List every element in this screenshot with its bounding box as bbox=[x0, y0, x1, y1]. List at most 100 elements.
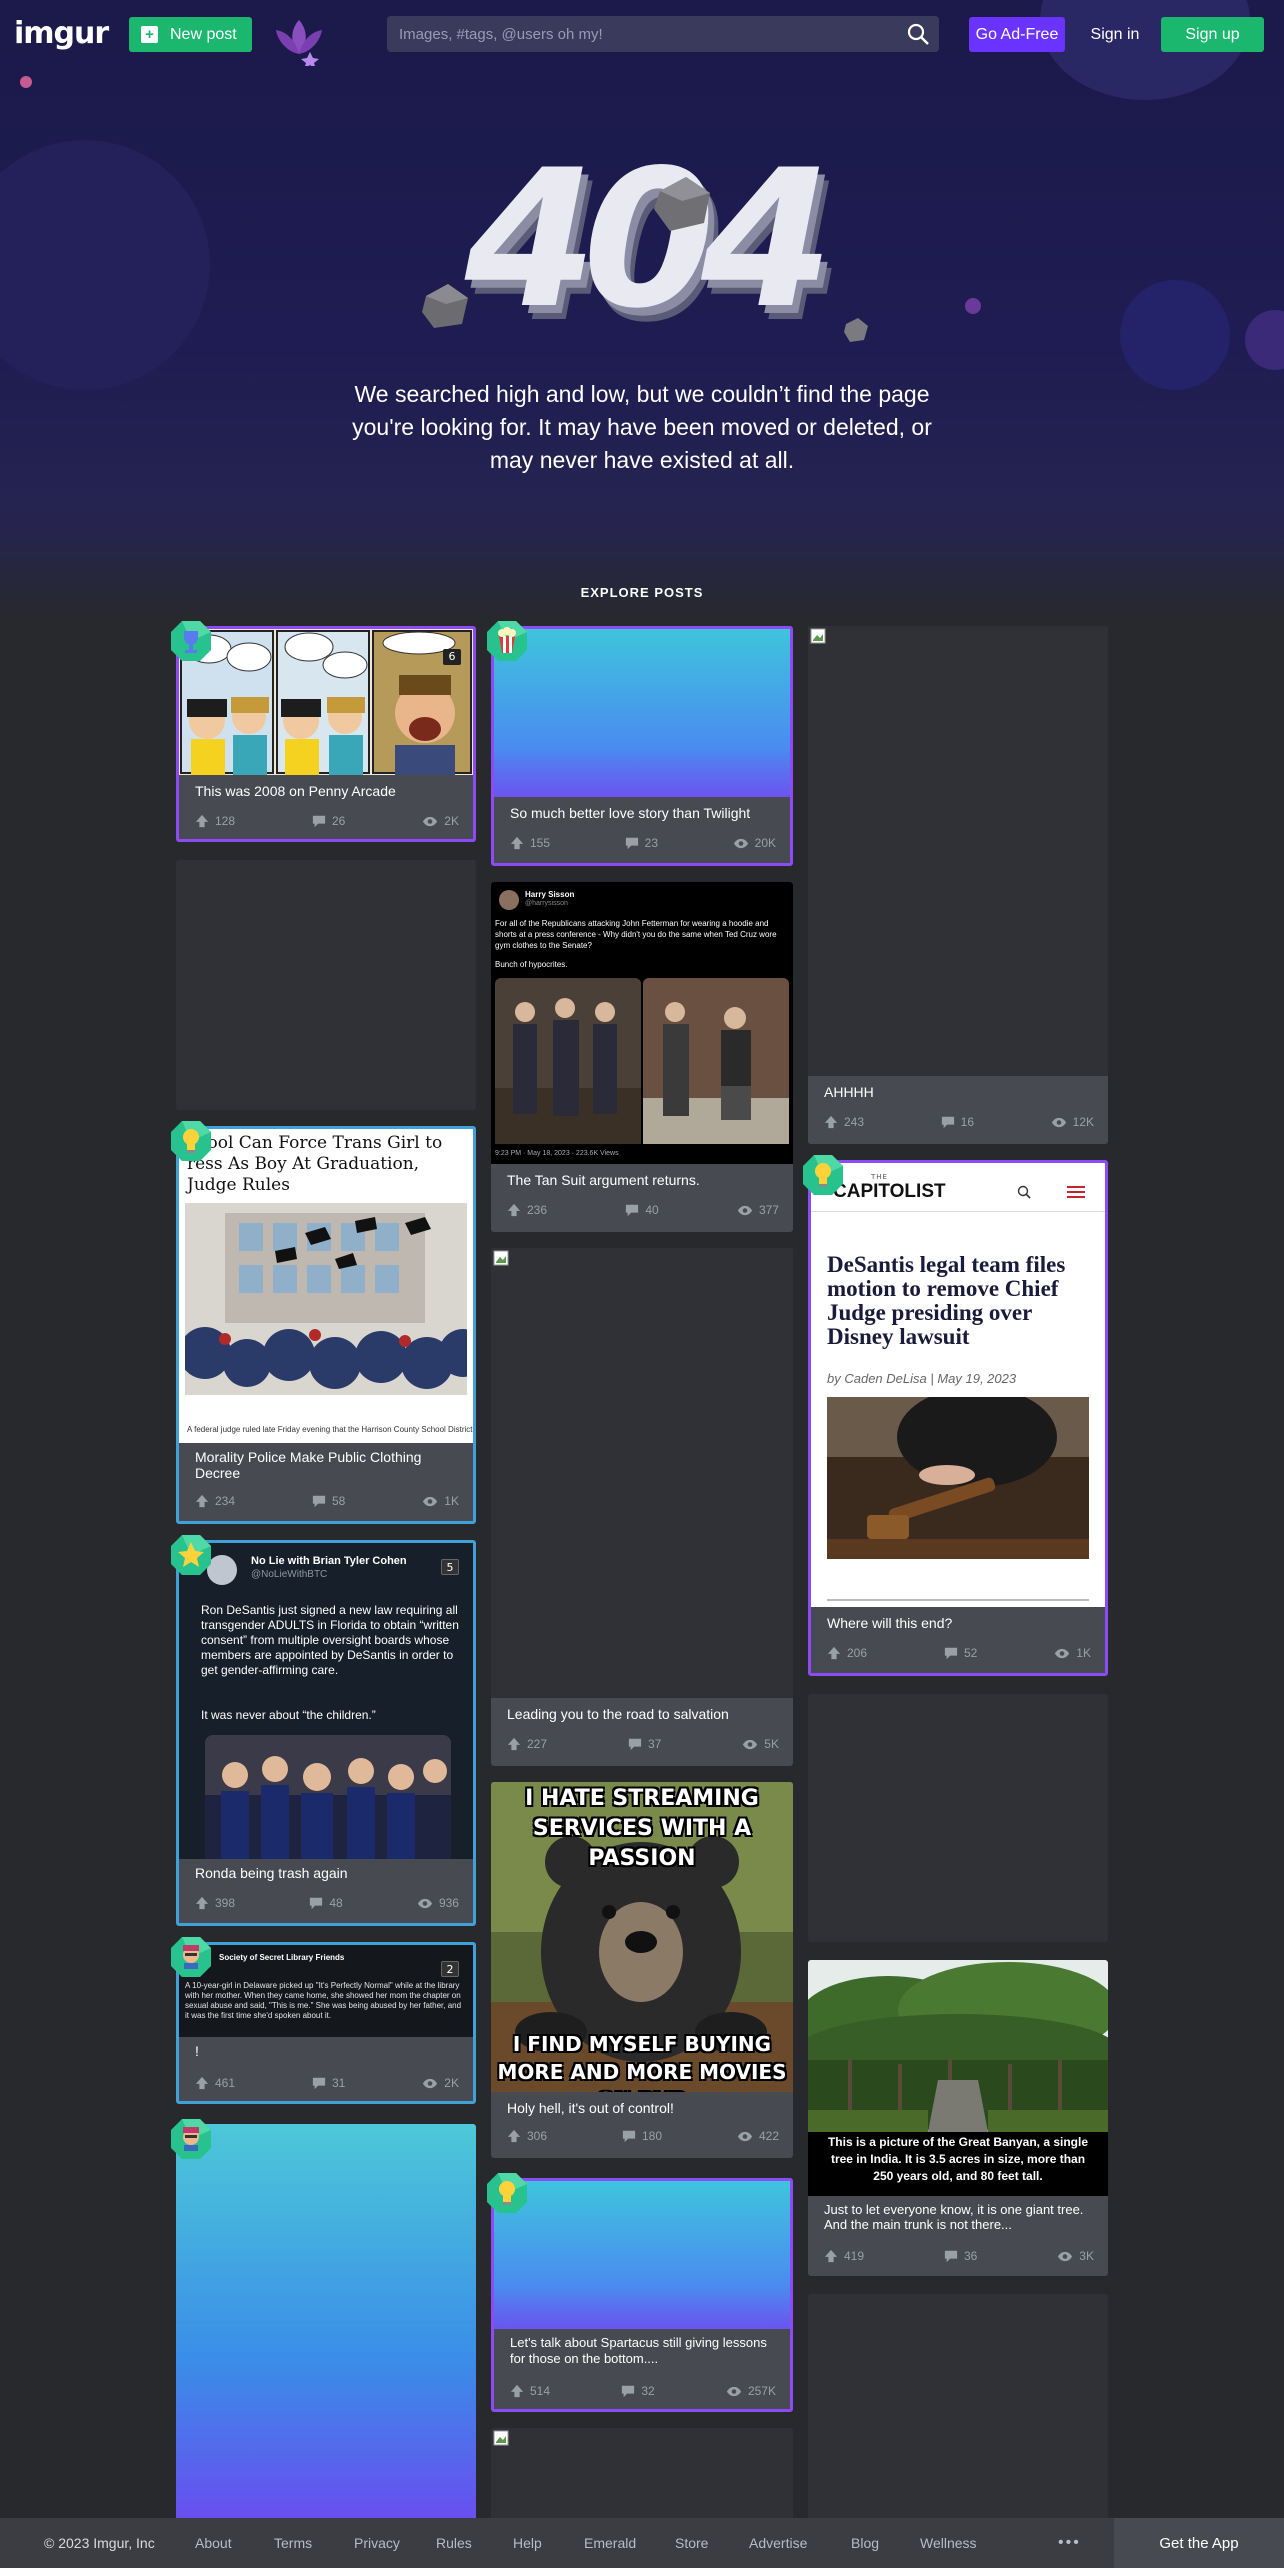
image-count-badge: 2 bbox=[441, 1961, 459, 1977]
post-title: So much better love story than Twilight bbox=[510, 805, 751, 821]
post-card[interactable]: THE CAPITOLIST DeSantis legal team files… bbox=[808, 1160, 1108, 1676]
views-icon bbox=[1057, 2251, 1073, 2262]
lotus-icon[interactable] bbox=[270, 14, 328, 66]
upvote-icon[interactable] bbox=[507, 2129, 521, 2143]
broken-image-icon bbox=[810, 628, 826, 644]
upvote-icon[interactable] bbox=[824, 2249, 838, 2263]
upvote-icon[interactable] bbox=[195, 1896, 209, 1910]
post-title: Ronda being trash again bbox=[195, 1865, 348, 1881]
sign-up-button[interactable]: Sign up bbox=[1161, 17, 1264, 52]
view-count: 936 bbox=[438, 1896, 459, 1910]
footer-link-rules[interactable]: Rules bbox=[436, 2535, 472, 2551]
post-stats: 227 37 5K bbox=[507, 1736, 779, 1752]
upvote-icon[interactable] bbox=[195, 1494, 209, 1508]
post-card-loading[interactable] bbox=[491, 2428, 793, 2524]
footer-link-store[interactable]: Store bbox=[675, 2535, 708, 2551]
views-icon bbox=[733, 838, 749, 849]
post-card[interactable]: Leading you to the road to salvation 227… bbox=[491, 1248, 793, 1766]
publication-logo[interactable]: CAPITOLIST bbox=[833, 1181, 946, 1203]
footer-link-wellness[interactable]: Wellness bbox=[920, 2535, 977, 2551]
footer-link-emerald[interactable]: Emerald bbox=[584, 2535, 636, 2551]
comment-count: 16 bbox=[960, 1115, 975, 1129]
header-divider bbox=[811, 1211, 1105, 1212]
sign-in-link[interactable]: Sign in bbox=[1080, 17, 1150, 52]
new-post-button[interactable]: + New post bbox=[129, 17, 252, 52]
content-divider bbox=[827, 1599, 1089, 1601]
view-count: 3K bbox=[1079, 2249, 1094, 2263]
upvote-icon[interactable] bbox=[824, 1115, 838, 1129]
comment-icon bbox=[625, 836, 639, 850]
post-card-loading[interactable] bbox=[176, 2124, 476, 2524]
footer-link-help[interactable]: Help bbox=[513, 2535, 542, 2551]
post-thumbnail bbox=[808, 626, 1108, 1076]
post-stats: 514 32 257K bbox=[510, 2383, 776, 2399]
search-icon[interactable] bbox=[906, 22, 930, 46]
post-title: Leading you to the road to salvation bbox=[507, 1706, 729, 1722]
tweet-author: Harry Sisson bbox=[525, 890, 575, 899]
hamburger-menu-icon[interactable] bbox=[1067, 1185, 1085, 1199]
comment-count: 180 bbox=[641, 2129, 663, 2143]
rock-decor bbox=[844, 318, 868, 342]
post-card[interactable]: AHHHH 243 16 12K bbox=[808, 626, 1108, 1144]
post-stats: 206 52 1K bbox=[827, 1645, 1091, 1661]
upvote-icon[interactable] bbox=[827, 1646, 841, 1660]
upvote-icon[interactable] bbox=[507, 1203, 521, 1217]
post-title: AHHHH bbox=[824, 1084, 874, 1100]
post-card[interactable]: So much better love story than Twilight … bbox=[491, 626, 793, 866]
upvote-count: 398 bbox=[215, 1896, 236, 1910]
popcorn-badge-icon bbox=[486, 620, 528, 662]
tweet-text: Ron DeSantis just signed a new law requi… bbox=[201, 1603, 459, 1677]
search-icon[interactable] bbox=[1017, 1185, 1031, 1199]
search-input[interactable] bbox=[387, 16, 939, 52]
hero-section: 404 We searched high and low, but we cou… bbox=[0, 0, 1284, 620]
post-card-loading[interactable] bbox=[808, 1694, 1108, 1942]
views-icon bbox=[1051, 1117, 1067, 1128]
post-card-loading[interactable] bbox=[176, 860, 476, 1110]
post-card-loading[interactable] bbox=[808, 2294, 1108, 2524]
post-title: This was 2008 on Penny Arcade bbox=[195, 783, 396, 799]
upvote-count: 461 bbox=[215, 2076, 236, 2090]
upvote-icon[interactable] bbox=[510, 836, 524, 850]
more-options-icon[interactable]: ••• bbox=[1058, 2534, 1081, 2552]
post-card[interactable]: chool Can Force Trans Girl to ress As Bo… bbox=[176, 1126, 476, 1524]
comment-icon bbox=[628, 1737, 642, 1751]
meme-top-text: I HATE STREAMING SERVICES WITH A PASSION bbox=[525, 1786, 759, 1871]
upvote-count: 128 bbox=[215, 814, 236, 828]
imgur-logo[interactable]: imgur bbox=[14, 16, 109, 51]
go-ad-free-button[interactable]: Go Ad-Free bbox=[969, 17, 1065, 52]
post-card[interactable]: I HATE STREAMING SERVICES WITH A PASSION… bbox=[491, 1782, 793, 2158]
get-the-app-button[interactable]: Get the App bbox=[1114, 2518, 1284, 2568]
footer-link-blog[interactable]: Blog bbox=[851, 2535, 879, 2551]
upvote-count: 514 bbox=[530, 2384, 551, 2398]
new-post-label: New post bbox=[170, 25, 237, 43]
tweet-text: A 10-year-girl in Delaware picked up "It… bbox=[185, 1981, 462, 2020]
publication-kicker: THE bbox=[871, 1173, 888, 1181]
view-count: 377 bbox=[758, 1203, 779, 1217]
footer-link-about[interactable]: About bbox=[195, 2535, 232, 2551]
upvote-icon[interactable] bbox=[195, 814, 209, 828]
upvote-count: 243 bbox=[844, 1115, 865, 1129]
upvote-icon[interactable] bbox=[510, 2384, 524, 2398]
post-stats: 419 36 3K bbox=[824, 2248, 1094, 2264]
article-byline: by Caden DeLisa | May 19, 2023 bbox=[827, 1371, 1017, 1386]
upvote-icon[interactable] bbox=[195, 2076, 209, 2090]
post-card[interactable]: This is a picture of the Great Banyan, a… bbox=[808, 1960, 1108, 2276]
footer-link-privacy[interactable]: Privacy bbox=[354, 2535, 400, 2551]
footer-link-advertise[interactable]: Advertise bbox=[749, 2535, 807, 2551]
post-card[interactable]: No Lie with Brian Tyler Cohen @NoLieWith… bbox=[176, 1540, 476, 1926]
post-thumbnail bbox=[491, 1248, 793, 1698]
post-card[interactable]: Society of Secret Library Friends 2 A 10… bbox=[176, 1942, 476, 2104]
comment-count: 48 bbox=[329, 1896, 343, 1910]
comment-icon bbox=[944, 2249, 958, 2263]
view-count: 257K bbox=[747, 2384, 776, 2398]
footer-link-terms[interactable]: Terms bbox=[274, 2535, 312, 2551]
comment-icon bbox=[312, 2076, 326, 2090]
post-card[interactable]: Let's talk about Spartacus still giving … bbox=[491, 2178, 793, 2412]
upvote-icon[interactable] bbox=[507, 1737, 521, 1751]
upvote-count: 155 bbox=[530, 836, 551, 850]
post-card[interactable]: 6 This was 2008 on Penny Arcade 128 26 2… bbox=[176, 626, 476, 842]
post-card[interactable]: Harry Sisson @harrysisson For all of the… bbox=[491, 882, 793, 1232]
post-thumbnail: 6 bbox=[179, 629, 473, 775]
view-count: 2K bbox=[444, 2076, 459, 2090]
post-stats: 306 180 422 bbox=[507, 2128, 779, 2144]
